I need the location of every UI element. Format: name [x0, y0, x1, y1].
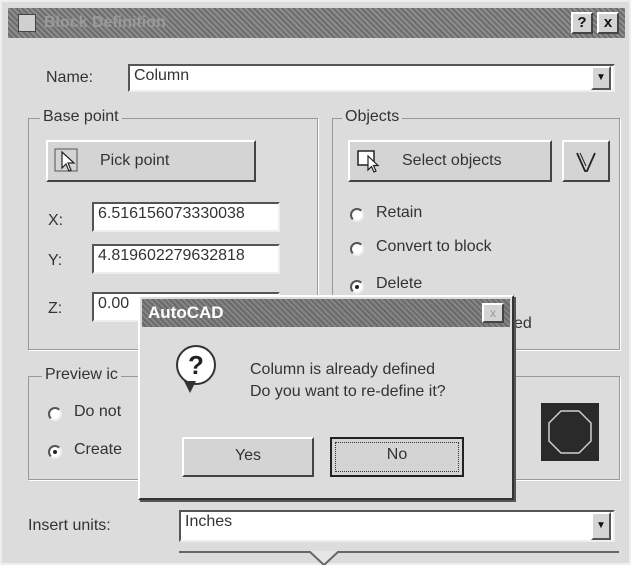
- y-coordinate-field[interactable]: 4.819602279632818: [92, 244, 280, 274]
- convert-to-block-radio[interactable]: [350, 242, 364, 256]
- x-label: X:: [48, 212, 64, 229]
- create-icon-label: Create: [74, 441, 123, 458]
- dialog-title: Block Definition: [44, 14, 166, 31]
- dialog-titlebar[interactable]: Block Definition ? x: [8, 8, 625, 38]
- block-definition-dialog: Block Definition ? x Name: Column ▼ Base…: [0, 0, 631, 565]
- retain-radio[interactable]: [350, 208, 364, 222]
- callout-pointer-icon: [309, 551, 339, 565]
- insert-units-label: Insert units:: [28, 517, 111, 534]
- no-button[interactable]: No: [330, 437, 464, 477]
- select-objects-icon: [357, 150, 380, 173]
- delete-radio[interactable]: [350, 280, 364, 294]
- message-box-titlebar[interactable]: AutoCAD x: [142, 299, 510, 327]
- callout-pointer: [179, 551, 619, 565]
- create-icon-radio[interactable]: [48, 445, 62, 459]
- close-button[interactable]: x: [597, 12, 619, 34]
- question-bubble-tail: [184, 381, 196, 393]
- name-combo[interactable]: Column: [128, 64, 615, 92]
- autocad-message-box: AutoCAD x ? Column is already defined Do…: [138, 295, 514, 500]
- name-dropdown-arrow-icon[interactable]: ▼: [591, 66, 611, 90]
- app-icon: [18, 14, 36, 32]
- block-preview: [541, 403, 599, 461]
- insert-units-dropdown-arrow-icon[interactable]: ▼: [591, 512, 611, 540]
- do-not-include-label: Do not: [74, 403, 122, 420]
- base-point-group-title: Base point: [40, 108, 122, 126]
- quick-select-funnel-icon: [576, 152, 596, 172]
- octagon-icon: [548, 410, 592, 454]
- pick-point-label: Pick point: [100, 152, 170, 169]
- convert-to-block-label: Convert to block: [376, 238, 492, 255]
- y-label: Y:: [48, 252, 63, 269]
- cursor-pick-icon: [54, 148, 78, 172]
- question-bubble-icon: ?: [176, 345, 216, 385]
- quick-select-button[interactable]: [562, 140, 610, 182]
- message-box-close-button[interactable]: x: [482, 303, 504, 323]
- retain-label: Retain: [376, 204, 423, 221]
- do-not-include-radio[interactable]: [48, 407, 62, 421]
- select-objects-label: Select objects: [402, 152, 502, 169]
- pick-point-button[interactable]: Pick point: [46, 140, 256, 182]
- z-label: Z:: [48, 300, 63, 317]
- preview-icon-group-title: Preview ic: [42, 366, 121, 384]
- x-coordinate-field[interactable]: 6.516156073330038: [92, 202, 280, 232]
- select-objects-button[interactable]: Select objects: [348, 140, 552, 182]
- name-label: Name:: [46, 69, 94, 86]
- selected-count-label: ed: [514, 315, 532, 332]
- message-line-1: Column is already defined: [250, 361, 435, 378]
- message-line-2: Do you want to re-define it?: [250, 383, 446, 400]
- insert-units-combo[interactable]: Inches: [179, 510, 615, 542]
- help-button[interactable]: ?: [571, 12, 593, 34]
- delete-label: Delete: [376, 275, 423, 292]
- objects-group-title: Objects: [342, 108, 403, 126]
- message-box-title: AutoCAD: [148, 303, 224, 322]
- yes-button[interactable]: Yes: [182, 437, 314, 477]
